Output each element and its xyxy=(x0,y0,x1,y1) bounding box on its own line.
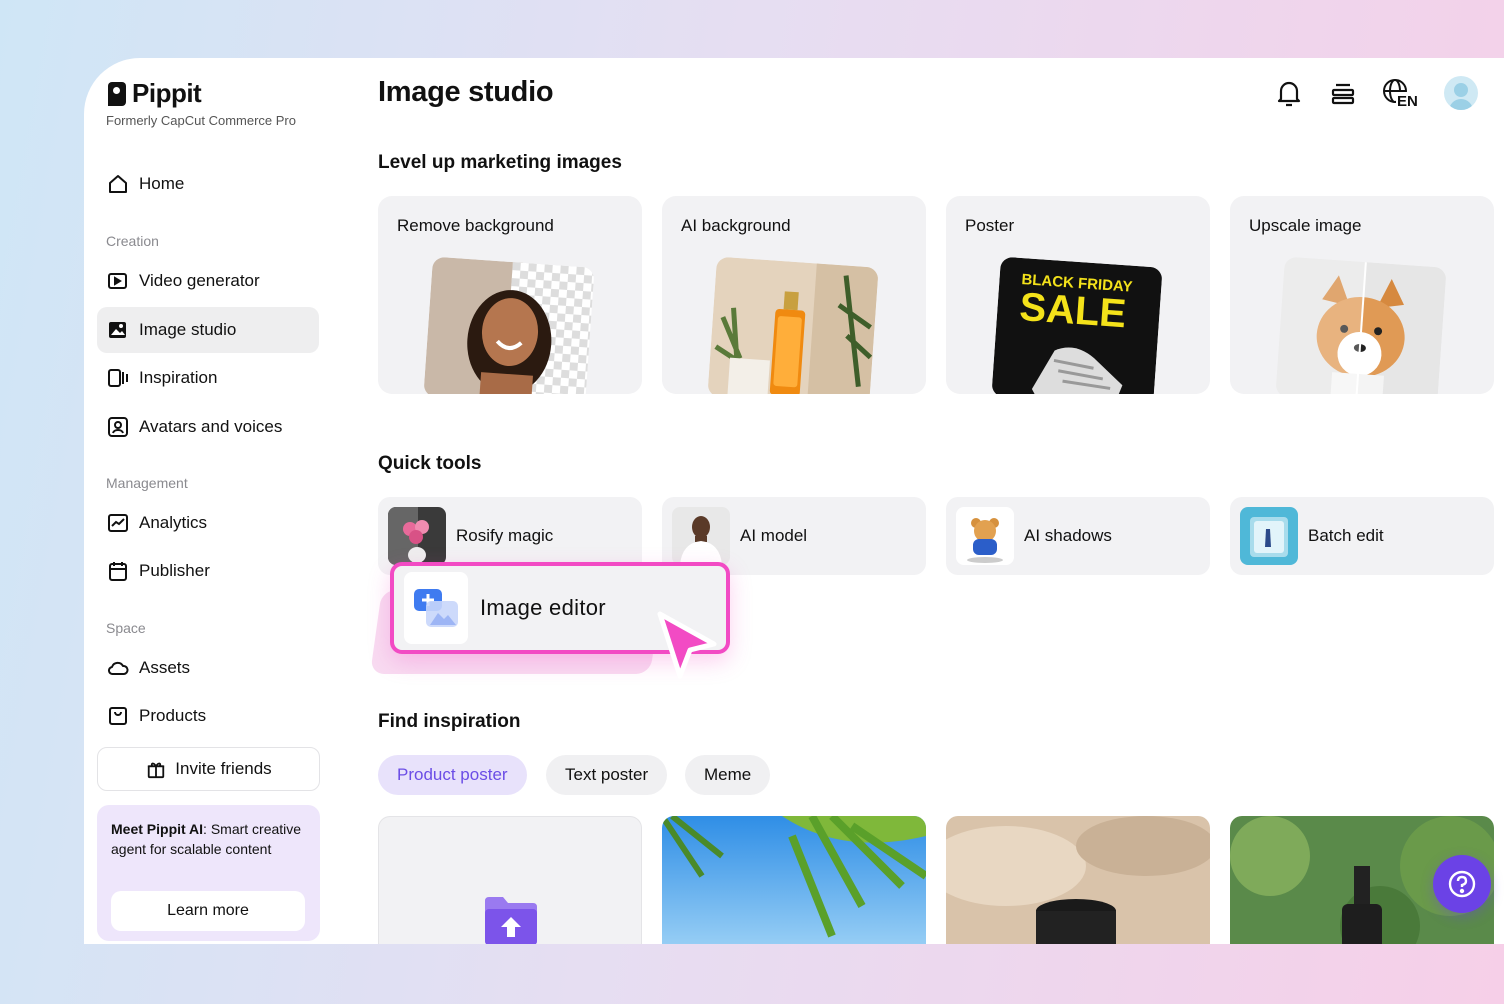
tool-batch-edit[interactable]: Batch edit xyxy=(1230,497,1494,575)
sidebar-item-publisher[interactable]: Publisher xyxy=(97,548,319,594)
help-question-icon[interactable] xyxy=(1433,855,1491,913)
upload-card[interactable] xyxy=(378,816,642,944)
brand-logo[interactable]: Pippit xyxy=(108,78,202,109)
inspiration-heading: Find inspiration xyxy=(378,711,521,732)
calendar-icon xyxy=(107,560,129,582)
sidebar-item-label: Home xyxy=(139,174,185,193)
image-editor-icon xyxy=(404,572,468,644)
inspiration-icon xyxy=(107,367,129,389)
marketing-heading: Level up marketing images xyxy=(378,152,622,173)
stack-layers-icon[interactable] xyxy=(1328,78,1358,108)
inspiration-thumbnail-sand[interactable] xyxy=(946,816,1210,944)
image-studio-icon xyxy=(107,319,129,341)
sidebar: Pippit Formerly CapCut Commerce Pro Home… xyxy=(84,58,344,944)
sidebar-item-label: Image studio xyxy=(139,320,237,339)
promo-text: Meet Pippit AI: Smart creative agent for… xyxy=(111,819,306,859)
invite-friends-label: Invite friends xyxy=(175,759,272,778)
ai-shadows-thumbnail xyxy=(956,507,1014,565)
image-editor-label: Image editor xyxy=(480,595,606,620)
sidebar-item-products[interactable]: Products xyxy=(97,693,319,739)
card-title: Upscale image xyxy=(1249,216,1362,235)
pointer-cursor-icon xyxy=(654,610,720,687)
card-upscale-image[interactable]: Upscale image xyxy=(1230,196,1494,394)
gift-icon xyxy=(145,758,167,780)
poster-image: BLACK FRIDAY SALE xyxy=(991,256,1163,394)
tool-label: AI model xyxy=(740,526,808,545)
section-label-space: Space xyxy=(106,620,146,636)
sidebar-item-image-studio[interactable]: Image studio xyxy=(97,307,319,353)
card-title: Poster xyxy=(965,216,1015,235)
video-generator-icon xyxy=(107,270,129,292)
analytics-icon xyxy=(107,512,129,534)
chip-product-poster[interactable]: Product poster xyxy=(378,755,527,795)
page-title: Image studio xyxy=(378,76,554,108)
ai-model-thumbnail xyxy=(672,507,730,565)
sidebar-item-assets[interactable]: Assets xyxy=(97,645,319,691)
tool-label: AI shadows xyxy=(1024,526,1112,545)
card-title: Remove background xyxy=(397,216,554,235)
pippit-logo-icon xyxy=(108,81,126,106)
language-globe-icon[interactable]: EN xyxy=(1382,78,1420,108)
poster-line2: SALE xyxy=(1018,285,1127,336)
sidebar-item-label: Analytics xyxy=(139,513,208,532)
pippit-ai-promo: Meet Pippit AI: Smart creative agent for… xyxy=(97,805,320,941)
learn-more-button[interactable]: Learn more xyxy=(111,891,305,931)
top-toolbar: EN xyxy=(1274,76,1478,110)
chip-text-poster[interactable]: Text poster xyxy=(546,755,668,795)
sidebar-item-home[interactable]: Home xyxy=(97,161,319,207)
ai-background-image xyxy=(707,256,879,394)
sidebar-item-label: Publisher xyxy=(139,561,210,580)
invite-friends-button[interactable]: Invite friends xyxy=(97,747,320,791)
section-label-creation: Creation xyxy=(106,233,159,249)
card-remove-background[interactable]: Remove background xyxy=(378,196,642,394)
sidebar-item-label: Products xyxy=(139,706,207,725)
chip-meme[interactable]: Meme xyxy=(685,755,771,795)
card-ai-background[interactable]: AI background xyxy=(662,196,926,394)
tool-label: Rosify magic xyxy=(456,526,554,545)
sidebar-item-avatars-voices[interactable]: Avatars and voices xyxy=(97,404,319,450)
rosify-thumbnail xyxy=(388,507,446,565)
avatar-icon xyxy=(107,416,129,438)
brand-name: Pippit xyxy=(132,78,202,108)
sidebar-item-analytics[interactable]: Analytics xyxy=(97,500,319,546)
sidebar-item-label: Video generator xyxy=(139,271,260,290)
home-icon xyxy=(107,173,129,195)
sidebar-item-label: Avatars and voices xyxy=(139,417,283,436)
promo-title: Meet Pippit AI xyxy=(111,821,204,837)
card-poster[interactable]: Poster BLACK FRIDAY SALE xyxy=(946,196,1210,394)
sidebar-item-label: Assets xyxy=(139,658,191,677)
cloud-icon xyxy=(107,657,129,679)
sidebar-item-video-generator[interactable]: Video generator xyxy=(97,258,319,304)
upload-folder-icon xyxy=(483,891,539,944)
remove-background-image xyxy=(423,256,595,394)
card-title: AI background xyxy=(681,216,791,235)
app-window: Pippit Formerly CapCut Commerce Pro Home… xyxy=(84,58,1504,944)
quick-tools-heading: Quick tools xyxy=(378,453,482,474)
inspiration-thumbnail-beach[interactable] xyxy=(662,816,926,944)
tool-label: Batch edit xyxy=(1308,526,1384,545)
section-label-management: Management xyxy=(106,475,188,491)
sidebar-item-label: Inspiration xyxy=(139,368,218,387)
product-box-icon xyxy=(107,705,129,727)
upscale-image-image xyxy=(1275,256,1447,394)
tool-ai-shadows[interactable]: AI shadows xyxy=(946,497,1210,575)
language-code: EN xyxy=(1397,93,1418,108)
notification-bell-icon[interactable] xyxy=(1274,78,1304,108)
brand-subtitle: Formerly CapCut Commerce Pro xyxy=(106,113,296,128)
user-avatar[interactable] xyxy=(1444,76,1478,110)
sidebar-item-inspiration[interactable]: Inspiration xyxy=(97,355,319,401)
batch-edit-thumbnail xyxy=(1240,507,1298,565)
